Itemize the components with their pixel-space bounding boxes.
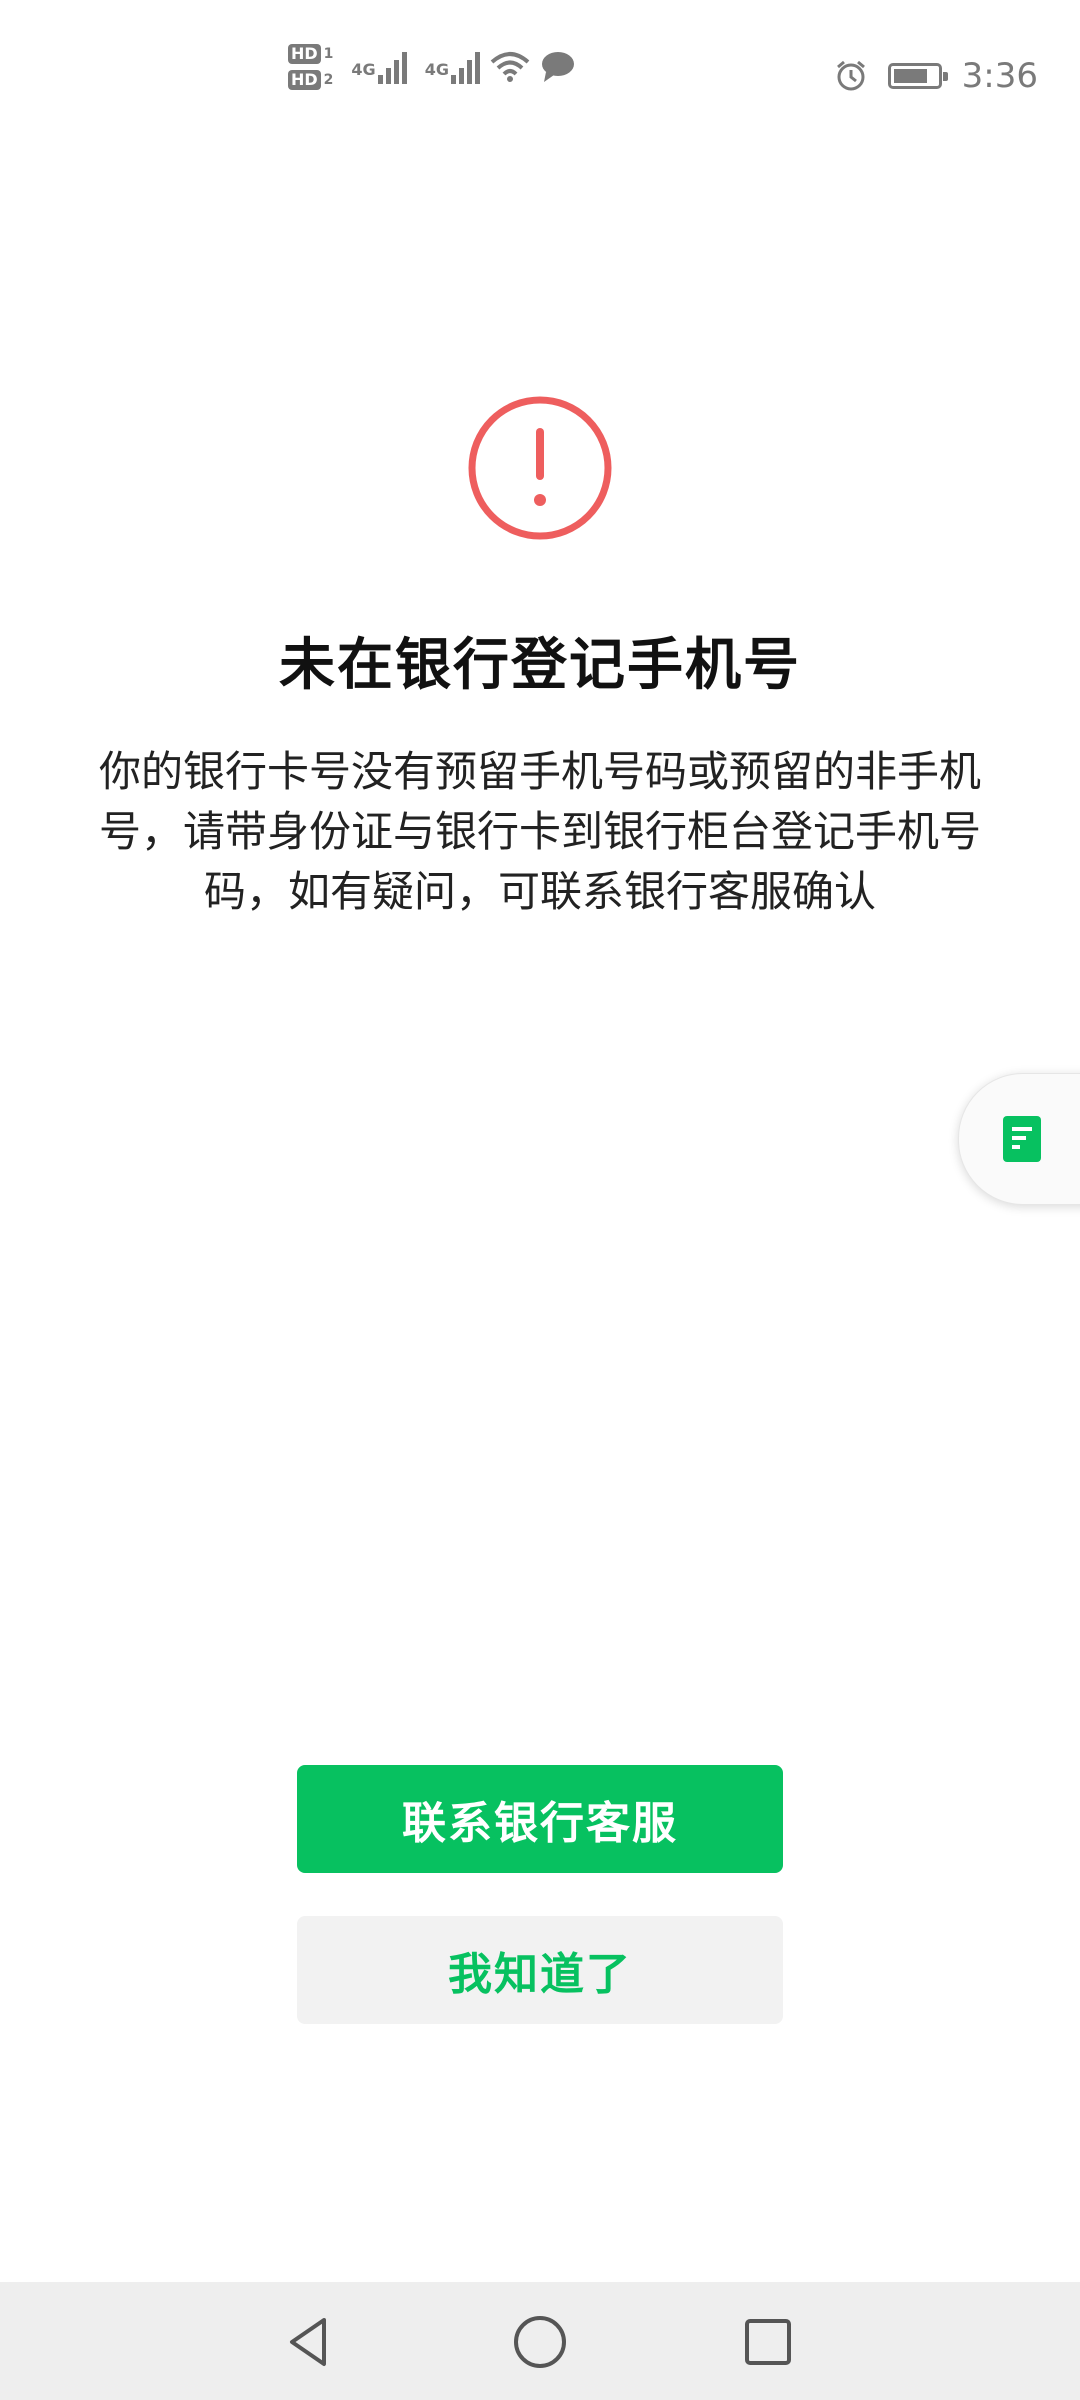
signal-icon xyxy=(450,50,480,84)
network-2: 4G xyxy=(425,50,480,84)
battery-fill xyxy=(893,69,928,83)
wifi-icon xyxy=(490,52,530,82)
status-bar: HD 1 HD 2 4G 4G 3:36 xyxy=(0,0,1080,160)
contact-bank-button[interactable]: 联系银行客服 xyxy=(297,1765,783,1873)
network-type-label: 4G xyxy=(424,60,449,79)
navigation-bar xyxy=(0,2282,1080,2400)
hd-label: HD xyxy=(288,44,321,64)
document-icon xyxy=(1003,1116,1041,1162)
hd-badge-2: HD 2 xyxy=(288,70,333,90)
status-right: 3:36 xyxy=(834,56,1038,96)
network-type-label: 4G xyxy=(351,60,376,79)
home-icon[interactable] xyxy=(510,2312,570,2372)
hd-number: 1 xyxy=(323,46,334,62)
dialog-description: 你的银行卡号没有预留手机号码或预留的非手机号，请带身份证与银行卡到银行柜台登记手… xyxy=(98,747,981,916)
status-left: HD 1 HD 2 4G 4G xyxy=(288,44,576,90)
hd-indicators: HD 1 HD 2 xyxy=(288,44,333,90)
hd-label: HD xyxy=(288,70,321,90)
hd-badge-1: HD 1 xyxy=(288,44,333,64)
hd-number: 2 xyxy=(323,72,334,88)
back-icon[interactable] xyxy=(280,2312,340,2372)
battery-icon xyxy=(887,63,948,89)
dialog-title: 未在银行登记手机号 xyxy=(279,633,801,698)
clock: 3:36 xyxy=(961,56,1038,96)
alarm-icon xyxy=(836,60,865,91)
got-it-button[interactable]: 我知道了 xyxy=(297,1916,783,2024)
alert-circle-icon xyxy=(468,396,612,540)
signal-icon xyxy=(377,50,407,84)
network-1: 4G xyxy=(351,50,407,84)
screen: HD 1 HD 2 4G 4G 3:36 未在银行登记手机号 你的银行卡号没有预… xyxy=(0,0,1080,2400)
recent-apps-icon[interactable] xyxy=(738,2312,798,2372)
message-icon xyxy=(541,52,574,82)
floating-side-tab[interactable] xyxy=(958,1073,1080,1205)
